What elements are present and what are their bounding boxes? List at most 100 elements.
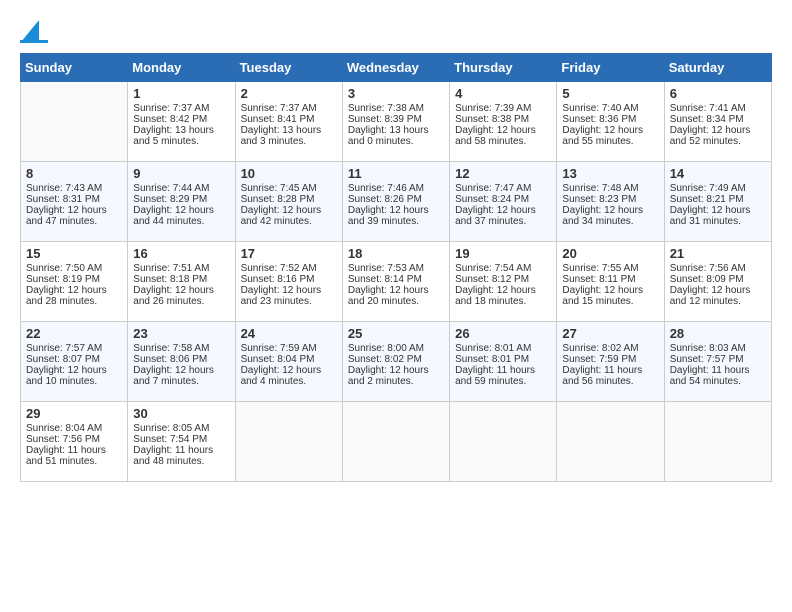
sunset-text: Sunset: 7:59 PM — [562, 354, 658, 365]
sunrise-text: Sunrise: 7:46 AM — [348, 183, 444, 194]
sunset-text: Sunset: 8:29 PM — [133, 194, 229, 205]
sunrise-text: Sunrise: 8:05 AM — [133, 423, 229, 434]
calendar-empty-cell — [342, 402, 449, 482]
day-number: 16 — [133, 246, 229, 261]
logo-arrow-icon — [21, 20, 39, 42]
calendar-day-cell: 27Sunrise: 8:02 AMSunset: 7:59 PMDayligh… — [557, 322, 664, 402]
day-number: 20 — [562, 246, 658, 261]
sunrise-text: Sunrise: 7:45 AM — [241, 183, 337, 194]
calendar-day-cell: 24Sunrise: 7:59 AMSunset: 8:04 PMDayligh… — [235, 322, 342, 402]
day-number: 5 — [562, 86, 658, 101]
day-number: 2 — [241, 86, 337, 101]
calendar-empty-cell — [450, 402, 557, 482]
daylight-text: Daylight: 12 hours and 55 minutes. — [562, 125, 658, 147]
sunrise-text: Sunrise: 7:39 AM — [455, 103, 551, 114]
sunrise-text: Sunrise: 7:41 AM — [670, 103, 766, 114]
sunrise-text: Sunrise: 7:40 AM — [562, 103, 658, 114]
sunset-text: Sunset: 8:12 PM — [455, 274, 551, 285]
calendar-empty-cell — [557, 402, 664, 482]
calendar-day-cell: 3Sunrise: 7:38 AMSunset: 8:39 PMDaylight… — [342, 82, 449, 162]
sunset-text: Sunset: 8:11 PM — [562, 274, 658, 285]
calendar-day-cell: 15Sunrise: 7:50 AMSunset: 8:19 PMDayligh… — [21, 242, 128, 322]
sunrise-text: Sunrise: 8:04 AM — [26, 423, 122, 434]
calendar-day-cell: 22Sunrise: 7:57 AMSunset: 8:07 PMDayligh… — [21, 322, 128, 402]
daylight-text: Daylight: 12 hours and 52 minutes. — [670, 125, 766, 147]
sunset-text: Sunset: 8:41 PM — [241, 114, 337, 125]
daylight-text: Daylight: 11 hours and 59 minutes. — [455, 365, 551, 387]
calendar-empty-cell — [21, 82, 128, 162]
day-number: 19 — [455, 246, 551, 261]
sunrise-text: Sunrise: 7:44 AM — [133, 183, 229, 194]
sunset-text: Sunset: 8:38 PM — [455, 114, 551, 125]
sunrise-text: Sunrise: 7:52 AM — [241, 263, 337, 274]
day-number: 29 — [26, 406, 122, 421]
sunset-text: Sunset: 8:36 PM — [562, 114, 658, 125]
column-header-monday: Monday — [128, 54, 235, 82]
calendar-day-cell: 6Sunrise: 7:41 AMSunset: 8:34 PMDaylight… — [664, 82, 771, 162]
daylight-text: Daylight: 12 hours and 7 minutes. — [133, 365, 229, 387]
daylight-text: Daylight: 12 hours and 37 minutes. — [455, 205, 551, 227]
sunset-text: Sunset: 8:09 PM — [670, 274, 766, 285]
sunset-text: Sunset: 8:21 PM — [670, 194, 766, 205]
calendar-day-cell: 28Sunrise: 8:03 AMSunset: 7:57 PMDayligh… — [664, 322, 771, 402]
calendar-day-cell: 30Sunrise: 8:05 AMSunset: 7:54 PMDayligh… — [128, 402, 235, 482]
daylight-text: Daylight: 12 hours and 31 minutes. — [670, 205, 766, 227]
column-header-tuesday: Tuesday — [235, 54, 342, 82]
sunset-text: Sunset: 8:06 PM — [133, 354, 229, 365]
logo-line — [20, 40, 48, 43]
sunrise-text: Sunrise: 7:59 AM — [241, 343, 337, 354]
day-number: 4 — [455, 86, 551, 101]
sunset-text: Sunset: 8:39 PM — [348, 114, 444, 125]
column-header-thursday: Thursday — [450, 54, 557, 82]
calendar-day-cell: 25Sunrise: 8:00 AMSunset: 8:02 PMDayligh… — [342, 322, 449, 402]
page-header — [20, 20, 772, 43]
daylight-text: Daylight: 11 hours and 56 minutes. — [562, 365, 658, 387]
column-header-saturday: Saturday — [664, 54, 771, 82]
calendar-day-cell: 9Sunrise: 7:44 AMSunset: 8:29 PMDaylight… — [128, 162, 235, 242]
day-number: 8 — [26, 166, 122, 181]
daylight-text: Daylight: 12 hours and 23 minutes. — [241, 285, 337, 307]
day-number: 10 — [241, 166, 337, 181]
calendar-empty-cell — [235, 402, 342, 482]
day-number: 9 — [133, 166, 229, 181]
sunrise-text: Sunrise: 7:37 AM — [133, 103, 229, 114]
calendar-day-cell: 4Sunrise: 7:39 AMSunset: 8:38 PMDaylight… — [450, 82, 557, 162]
sunrise-text: Sunrise: 7:54 AM — [455, 263, 551, 274]
sunrise-text: Sunrise: 7:51 AM — [133, 263, 229, 274]
day-number: 30 — [133, 406, 229, 421]
day-number: 11 — [348, 166, 444, 181]
calendar-day-cell: 8 Sunrise: 7:43 AMSunset: 8:31 PMDaylight… — [21, 162, 128, 242]
sunrise-text: Sunrise: 7:50 AM — [26, 263, 122, 274]
sunset-text: Sunset: 8:26 PM — [348, 194, 444, 205]
day-number: 13 — [562, 166, 658, 181]
calendar-week-row: 29Sunrise: 8:04 AMSunset: 7:56 PMDayligh… — [21, 402, 772, 482]
logo-text — [20, 20, 50, 43]
calendar-week-row: 1Sunrise: 7:37 AMSunset: 8:42 PMDaylight… — [21, 82, 772, 162]
daylight-text: Daylight: 12 hours and 39 minutes. — [348, 205, 444, 227]
calendar-day-cell: 12Sunrise: 7:47 AMSunset: 8:24 PMDayligh… — [450, 162, 557, 242]
column-header-wednesday: Wednesday — [342, 54, 449, 82]
sunset-text: Sunset: 8:14 PM — [348, 274, 444, 285]
sunset-text: Sunset: 8:16 PM — [241, 274, 337, 285]
sunrise-text: Sunrise: 7:48 AM — [562, 183, 658, 194]
sunrise-text: Sunrise: 7:43 AM — [26, 183, 122, 194]
daylight-text: Daylight: 12 hours and 28 minutes. — [26, 285, 122, 307]
daylight-text: Daylight: 12 hours and 47 minutes. — [26, 205, 122, 227]
calendar-day-cell: 26Sunrise: 8:01 AMSunset: 8:01 PMDayligh… — [450, 322, 557, 402]
sunrise-text: Sunrise: 7:58 AM — [133, 343, 229, 354]
calendar-week-row: 22Sunrise: 7:57 AMSunset: 8:07 PMDayligh… — [21, 322, 772, 402]
sunrise-text: Sunrise: 7:53 AM — [348, 263, 444, 274]
sunset-text: Sunset: 8:07 PM — [26, 354, 122, 365]
day-number: 28 — [670, 326, 766, 341]
day-number: 18 — [348, 246, 444, 261]
sunrise-text: Sunrise: 7:38 AM — [348, 103, 444, 114]
calendar-day-cell: 29Sunrise: 8:04 AMSunset: 7:56 PMDayligh… — [21, 402, 128, 482]
day-number: 17 — [241, 246, 337, 261]
calendar-day-cell: 14Sunrise: 7:49 AMSunset: 8:21 PMDayligh… — [664, 162, 771, 242]
sunrise-text: Sunrise: 8:00 AM — [348, 343, 444, 354]
sunrise-text: Sunrise: 8:02 AM — [562, 343, 658, 354]
day-number: 14 — [670, 166, 766, 181]
day-number: 3 — [348, 86, 444, 101]
sunset-text: Sunset: 8:31 PM — [26, 194, 122, 205]
sunset-text: Sunset: 8:18 PM — [133, 274, 229, 285]
